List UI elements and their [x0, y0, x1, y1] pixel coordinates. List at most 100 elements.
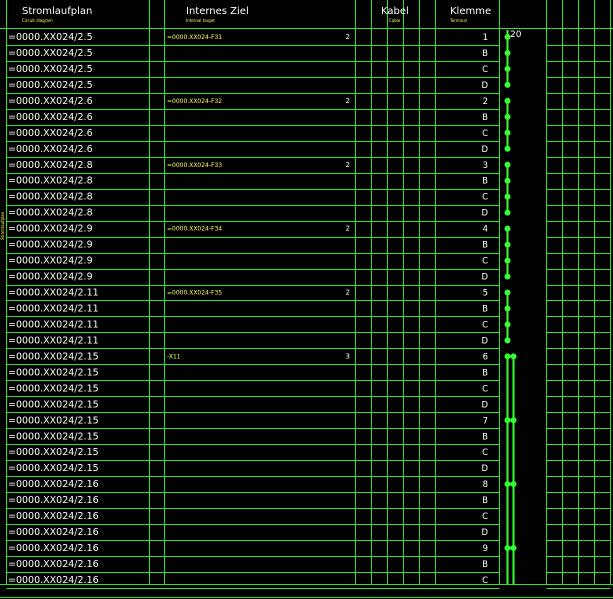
header-stromlaufplan-sub: Circuit diagram	[22, 18, 53, 23]
connection-dot	[504, 337, 511, 344]
terminal-cell: C	[482, 193, 488, 203]
terminal-cell: D	[481, 81, 488, 91]
internal-target-cell: =0000.XX024-F32	[167, 98, 222, 105]
circuit-ref-cell: =0000.XX024/2.16	[8, 543, 99, 554]
circuit-ref-cell: =0000.XX024/2.15	[8, 447, 99, 458]
terminal-cell: 6	[483, 352, 488, 362]
circuit-ref-cell: =0000.XX024/2.6	[8, 128, 93, 139]
connection-dot	[504, 241, 511, 248]
terminal-cell: C	[482, 448, 488, 458]
connection-dot	[504, 113, 511, 120]
circuit-ref-cell: =0000.XX024/2.16	[8, 495, 99, 506]
terminal-cell: B	[482, 496, 488, 506]
terminal-cell: C	[482, 129, 488, 139]
target-count-cell: 2	[346, 33, 350, 41]
circuit-ref-cell: =0000.XX024/2.9	[8, 240, 93, 251]
connection-dot	[504, 81, 511, 88]
terminal-cell: 5	[483, 289, 488, 299]
header-stromlaufplan: Stromlaufplan	[22, 6, 92, 17]
terminal-cell: D	[481, 400, 488, 410]
terminal-cell: C	[482, 576, 488, 586]
circuit-ref-cell: =0000.XX024/2.8	[8, 160, 93, 171]
connection-dot	[504, 289, 511, 296]
circuit-ref-cell: =0000.XX024/2.16	[8, 527, 99, 538]
circuit-ref-cell: =0000.XX024/2.15	[8, 351, 99, 362]
circuit-ref-cell: =0000.XX024/2.15	[8, 431, 99, 442]
connection-dot	[504, 321, 511, 328]
circuit-ref-cell: =0000.XX024/2.16	[8, 479, 99, 490]
target-count-cell: 2	[346, 97, 350, 105]
circuit-ref-cell: =0000.XX024/2.9	[8, 224, 93, 235]
terminal-cell: D	[481, 336, 488, 346]
connection-dot	[504, 305, 511, 312]
connection-dot	[504, 273, 511, 280]
terminal-cell: 9	[483, 544, 488, 554]
target-count-cell: 2	[346, 225, 350, 233]
connection-wires	[504, 30, 517, 584]
circuit-ref-cell: =0000.XX024/2.8	[8, 208, 93, 219]
circuit-ref-cell: =0000.XX024/2.16	[8, 511, 99, 522]
circuit-ref-cell: =0000.XX024/2.15	[8, 383, 99, 394]
circuit-ref-cell: =0000.XX024/2.5	[8, 80, 93, 91]
header-klemme-sub: Terminal	[449, 18, 467, 23]
header-kabel: Kabel	[381, 6, 409, 17]
terminal-cell: D	[481, 273, 488, 283]
circuit-ref-cell: =0000.XX024/2.15	[8, 415, 99, 426]
terminal-cell: B	[482, 113, 488, 123]
connection-dot	[504, 145, 511, 152]
circuit-ref-cell: =0000.XX024/2.5	[8, 32, 93, 43]
connection-dot	[504, 49, 511, 56]
circuit-ref-cell: =0000.XX024/2.8	[8, 176, 93, 187]
terminal-cell: D	[481, 145, 488, 155]
terminal-cell: D	[481, 464, 488, 474]
header-klemme: Klemme	[450, 6, 491, 17]
internal-target-cell: =0000.XX024-F35	[167, 290, 222, 297]
connection-dot	[504, 257, 511, 264]
terminal-strip-sheet[interactable]: Stromlaufplan Circuit diagram Internes Z…	[0, 0, 613, 599]
terminal-cell: C	[482, 65, 488, 75]
connection-dot	[504, 161, 511, 168]
connection-dot	[504, 129, 511, 136]
circuit-ref-cell: =0000.XX024/2.9	[8, 256, 93, 267]
terminal-cell: 4	[483, 225, 488, 235]
target-count-cell: 3	[346, 352, 350, 360]
circuit-ref-cell: =0000.XX024/2.5	[8, 64, 93, 75]
terminal-cell: D	[481, 528, 488, 538]
bus-label: 20	[510, 30, 522, 40]
connection-dot	[504, 65, 511, 72]
terminal-cell: C	[482, 384, 488, 394]
terminal-cell: B	[482, 241, 488, 251]
internal-target-cell: =0000.XX024-F33	[167, 162, 222, 169]
target-count-cell: 2	[346, 161, 350, 169]
target-count-cell: 2	[346, 289, 350, 297]
circuit-ref-cell: =0000.XX024/2.6	[8, 96, 93, 107]
internal-target-cell: -X11	[167, 353, 181, 360]
terminal-cell: D	[481, 209, 488, 219]
internal-target-cell: =0000.XX024-F31	[167, 34, 222, 41]
circuit-ref-cell: =0000.XX024/2.6	[8, 144, 93, 155]
circuit-ref-cell: =0000.XX024/2.11	[8, 303, 99, 314]
table-header: Stromlaufplan Circuit diagram Internes Z…	[22, 6, 522, 40]
circuit-ref-cell: =0000.XX024/2.11	[8, 335, 99, 346]
terminal-cell: C	[482, 320, 488, 330]
terminal-rows: =0000.XX024/2.5 =0000.XX024-F31 2 1 =0000.XX…	[8, 32, 488, 586]
terminal-cell: B	[482, 432, 488, 442]
internal-target-cell: =0000.XX024-F34	[167, 226, 222, 233]
connection-dot	[504, 209, 511, 216]
terminal-cell: B	[482, 49, 488, 59]
terminal-cell: B	[482, 177, 488, 187]
circuit-ref-cell: =0000.XX024/2.15	[8, 367, 99, 378]
connection-dot	[504, 225, 511, 232]
terminal-diagram-canvas[interactable]: Stromlaufplan Circuit diagram Internes Z…	[0, 0, 613, 599]
circuit-ref-cell: =0000.XX024/2.5	[8, 48, 93, 59]
circuit-ref-cell: =0000.XX024/2.11	[8, 288, 99, 299]
header-internes-ziel-sub: Internal target	[186, 18, 215, 23]
terminal-cell: 1	[483, 33, 488, 43]
terminal-cell: 2	[483, 97, 488, 107]
circuit-ref-cell: =0000.XX024/2.6	[8, 112, 93, 123]
terminal-cell: B	[482, 304, 488, 314]
terminal-cell: B	[482, 368, 488, 378]
connection-dot	[504, 97, 511, 104]
terminal-cell: C	[482, 512, 488, 522]
circuit-ref-cell: =0000.XX024/2.16	[8, 575, 99, 586]
